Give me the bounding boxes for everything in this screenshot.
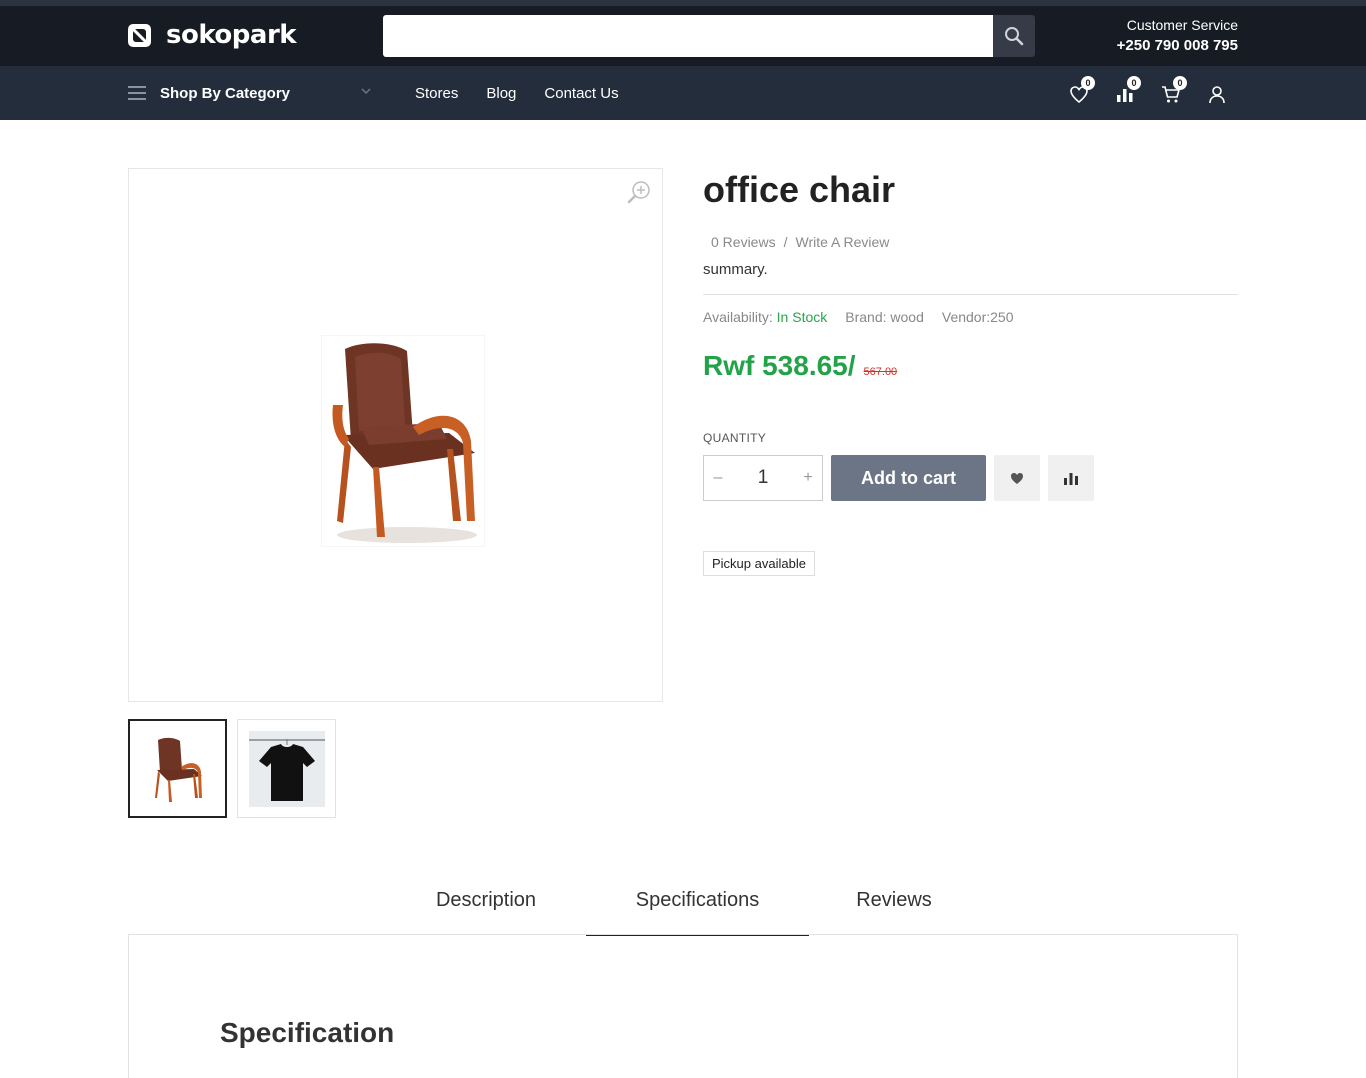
quantity-label: QUANTITY [703,431,767,445]
old-price: 567.00 [863,366,898,378]
specification-heading: Specification [220,1017,395,1048]
vendor: Vendor:250 [941,309,1014,325]
product-image-main[interactable] [128,168,663,702]
product-meta: Availability: In Stock Brand: wood Vendo… [703,309,1032,325]
cart-count: 0 [1173,76,1187,90]
customer-service-label: Customer Service [1126,17,1238,33]
product-summary: summary. [703,261,768,278]
product-tabs: Description Specifications Reviews [0,880,1366,936]
search-icon [1005,27,1024,46]
nav-link-contact[interactable]: Contact Us [544,85,618,102]
price: Rwf 538.65/ 567.00 [703,350,897,382]
nav-bar: Shop By Category Stores Blog Contact Us … [0,66,1366,120]
wishlist-button[interactable]: 0 [1068,76,1095,107]
compare-button[interactable]: 0 [1114,76,1141,107]
logo[interactable]: sokopark [128,20,297,50]
add-to-wishlist-button[interactable] [994,455,1040,501]
heart-icon [1011,473,1023,484]
nav-links: Stores Blog Contact Us [415,66,647,120]
nav-link-stores[interactable]: Stores [415,85,458,102]
divider [703,294,1238,295]
nav-link-blog[interactable]: Blog [486,85,516,102]
availability: Availability: In Stock [703,309,827,325]
quantity-input[interactable]: 1 [743,467,783,489]
tab-panel: Specification [128,934,1238,1078]
add-to-cart-button[interactable]: Add to cart [831,455,986,501]
reviews-separator: / [783,234,788,250]
logo-text: sokopark [166,20,297,50]
tab-description[interactable]: Description [404,880,568,936]
search-button[interactable] [993,15,1035,57]
zoom-in-icon[interactable] [626,179,652,205]
product-title: office chair [703,169,896,210]
account-button[interactable] [1206,83,1230,107]
add-to-compare-button[interactable] [1048,455,1094,501]
bar-chart-icon [1064,473,1078,485]
review-links: 0 Reviews / Write A Review [711,234,889,250]
pickup-available-badge: Pickup available [703,551,815,576]
tshirt-thumbnail-image [248,730,325,807]
office-chair-image [321,335,485,547]
availability-label: Availability: [703,309,773,325]
tab-reviews[interactable]: Reviews [828,880,960,936]
tab-specifications[interactable]: Specifications [586,880,809,936]
search-bar [383,15,1035,57]
quantity-stepper: – 1 + [703,455,823,501]
thumbnail-tshirt[interactable] [237,719,336,818]
quantity-increase-button[interactable]: + [802,469,814,487]
shop-by-category-dropdown[interactable]: Shop By Category [128,66,372,120]
quantity-decrease-button[interactable]: – [712,469,724,487]
search-input[interactable] [383,15,993,57]
customer-service-phone[interactable]: +250 790 008 795 [1117,36,1238,56]
customer-service: Customer Service +250 790 008 795 [1117,17,1238,56]
menu-icon [128,86,146,100]
user-icon [1209,86,1225,104]
write-review-link[interactable]: Write A Review [795,234,889,250]
logo-mark-icon [128,23,151,47]
current-price: Rwf 538.65/ [703,350,856,381]
availability-value: In Stock [776,309,828,325]
wishlist-count: 0 [1081,76,1095,90]
thumbnail-chair[interactable] [128,719,227,818]
brand: Brand: wood [845,309,924,325]
compare-count: 0 [1127,76,1141,90]
chair-thumbnail-image [154,737,202,802]
chevron-down-icon [361,88,371,95]
site-header: sokopark Customer Service +250 790 008 7… [0,6,1366,66]
reviews-count-link[interactable]: 0 Reviews [711,234,776,250]
cart-button[interactable]: 0 [1160,76,1187,107]
category-label: Shop By Category [160,84,291,102]
